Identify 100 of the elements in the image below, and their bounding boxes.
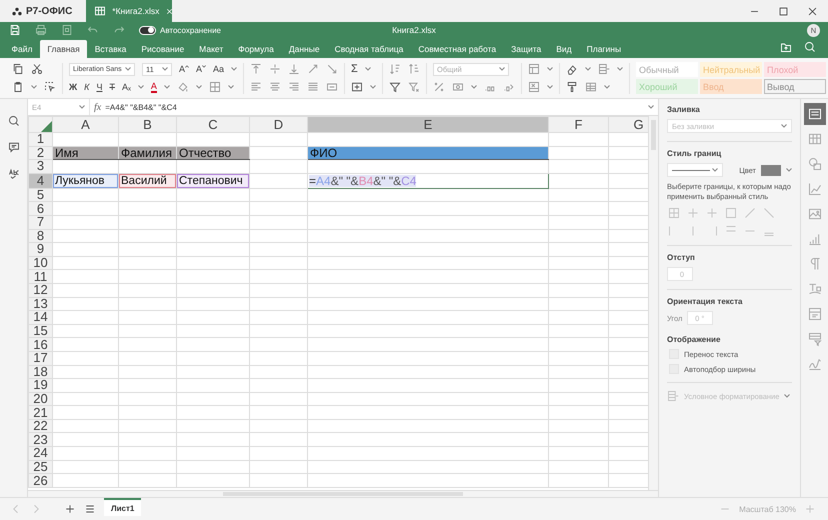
- align-center-icon[interactable]: [269, 81, 282, 93]
- menu-tab[interactable]: Плагины: [579, 40, 629, 58]
- document-tab[interactable]: *Книга2.xlsx: [86, 0, 172, 22]
- percent-icon[interactable]: [433, 81, 446, 93]
- copy-icon[interactable]: [12, 63, 24, 75]
- merge-icon[interactable]: [326, 81, 338, 93]
- menu-tab[interactable]: Главная: [40, 40, 88, 58]
- autosave-toggle[interactable]: [139, 26, 156, 34]
- row-header[interactable]: 21: [28, 406, 52, 420]
- menu-tab[interactable]: Защита: [504, 40, 549, 58]
- line-style-select[interactable]: [667, 163, 723, 177]
- comment-icon[interactable]: [8, 141, 20, 153]
- orientation-icon[interactable]: [326, 63, 338, 75]
- border-option-icon[interactable]: [744, 207, 756, 219]
- fill-color-icon[interactable]: [176, 81, 189, 93]
- sort-ascending-icon[interactable]: [389, 63, 402, 75]
- function-button[interactable]: fx: [90, 102, 106, 112]
- row-header[interactable]: 8: [28, 229, 52, 243]
- menu-tab[interactable]: Вид: [548, 40, 580, 58]
- zoom-in-icon[interactable]: [804, 503, 816, 515]
- menu-tab[interactable]: Сводная таблица: [327, 40, 411, 58]
- row-header[interactable]: 10: [28, 256, 52, 270]
- menu-tab[interactable]: Макет: [192, 40, 231, 58]
- menu-tab[interactable]: Вставка: [87, 40, 134, 58]
- caret-icon[interactable]: [228, 85, 234, 89]
- caret-icon[interactable]: [196, 85, 202, 89]
- row-header[interactable]: 3: [28, 160, 52, 174]
- color-swatch[interactable]: [761, 164, 781, 176]
- select-all-icon[interactable]: [44, 81, 56, 93]
- row-header[interactable]: 9: [28, 242, 52, 256]
- add-sheet-icon[interactable]: [64, 503, 76, 515]
- format-button[interactable]: Aₓ: [122, 82, 131, 92]
- menu-tab[interactable]: Совместная работа: [410, 40, 504, 58]
- caret-icon[interactable]: [585, 67, 592, 71]
- column-header[interactable]: F: [548, 116, 608, 132]
- row-header[interactable]: 16: [28, 338, 52, 352]
- select-all-triangle[interactable]: [41, 121, 52, 132]
- folder-icon[interactable]: [780, 41, 792, 53]
- row-header[interactable]: 15: [28, 324, 52, 338]
- row-header[interactable]: 5: [28, 188, 52, 202]
- row-header[interactable]: 12: [28, 283, 52, 298]
- align-left-icon[interactable]: [250, 81, 262, 93]
- column-header[interactable]: E: [308, 116, 548, 132]
- insert-function-icon[interactable]: [351, 81, 364, 93]
- print-icon[interactable]: [35, 24, 47, 36]
- sheet-list-icon[interactable]: [84, 503, 96, 515]
- caret-icon[interactable]: [499, 67, 506, 71]
- row-header[interactable]: 13: [28, 297, 52, 311]
- sum-button[interactable]: Σ: [351, 64, 358, 74]
- borders-icon[interactable]: [208, 81, 221, 93]
- cut-icon[interactable]: [31, 63, 43, 75]
- align-middle-icon[interactable]: [269, 63, 282, 75]
- menu-tab[interactable]: Формула: [230, 40, 282, 58]
- search-icon[interactable]: [8, 115, 20, 127]
- font-color-button[interactable]: A: [150, 82, 157, 92]
- row-header[interactable]: 17: [28, 351, 52, 365]
- close-icon[interactable]: [165, 6, 174, 16]
- clear-filter-icon[interactable]: [408, 81, 420, 93]
- align-right-icon[interactable]: [288, 81, 300, 93]
- eraser-icon[interactable]: [566, 63, 578, 75]
- caret-icon[interactable]: [471, 85, 478, 89]
- insert-cells-icon[interactable]: [528, 63, 540, 75]
- caret-icon[interactable]: [786, 168, 792, 172]
- format-button[interactable]: К: [84, 82, 90, 92]
- vertical-scrollbar[interactable]: [648, 116, 658, 490]
- delete-cells-icon[interactable]: [528, 81, 540, 93]
- column-header[interactable]: D: [250, 116, 308, 132]
- row-header[interactable]: 19: [28, 378, 52, 392]
- row-header[interactable]: 1: [28, 132, 52, 146]
- caret-icon[interactable]: [604, 85, 610, 89]
- format-button[interactable]: Т: [109, 82, 115, 92]
- format-painter-icon[interactable]: [566, 81, 578, 93]
- table-format-icon[interactable]: [585, 81, 598, 93]
- row-header[interactable]: 11: [28, 270, 52, 284]
- currency-icon[interactable]: [452, 81, 464, 93]
- row-header[interactable]: 6: [28, 202, 52, 216]
- menu-tab[interactable]: Данные: [281, 40, 328, 58]
- border-option-icon[interactable]: [687, 207, 699, 219]
- wrap-icon[interactable]: [307, 63, 320, 75]
- caret-icon[interactable]: [162, 67, 168, 71]
- caret-icon[interactable]: [370, 85, 376, 89]
- justify-icon[interactable]: [307, 81, 320, 93]
- change-case-button[interactable]: Aa: [213, 64, 224, 74]
- close-icon[interactable]: [807, 6, 818, 16]
- row-header[interactable]: 24: [28, 446, 52, 460]
- row-header[interactable]: 2: [28, 146, 52, 160]
- save-icon[interactable]: [9, 24, 21, 36]
- filter-icon[interactable]: [389, 81, 402, 93]
- spellcheck-icon[interactable]: [8, 167, 20, 179]
- row-header[interactable]: 22: [28, 419, 52, 433]
- caret-icon[interactable]: [164, 85, 170, 89]
- column-header[interactable]: G: [608, 116, 648, 132]
- formula-field[interactable]: =A4&" "&B4&" "&C4: [105, 102, 658, 112]
- sort-descending-icon[interactable]: [408, 63, 420, 75]
- caret-icon[interactable]: [547, 85, 554, 89]
- menu-tab[interactable]: Рисование: [134, 40, 192, 58]
- caret-icon[interactable]: [784, 394, 790, 398]
- sheet-tab[interactable]: Лист1: [104, 498, 142, 516]
- align-top-icon[interactable]: [250, 63, 262, 75]
- paste-icon[interactable]: [12, 81, 24, 93]
